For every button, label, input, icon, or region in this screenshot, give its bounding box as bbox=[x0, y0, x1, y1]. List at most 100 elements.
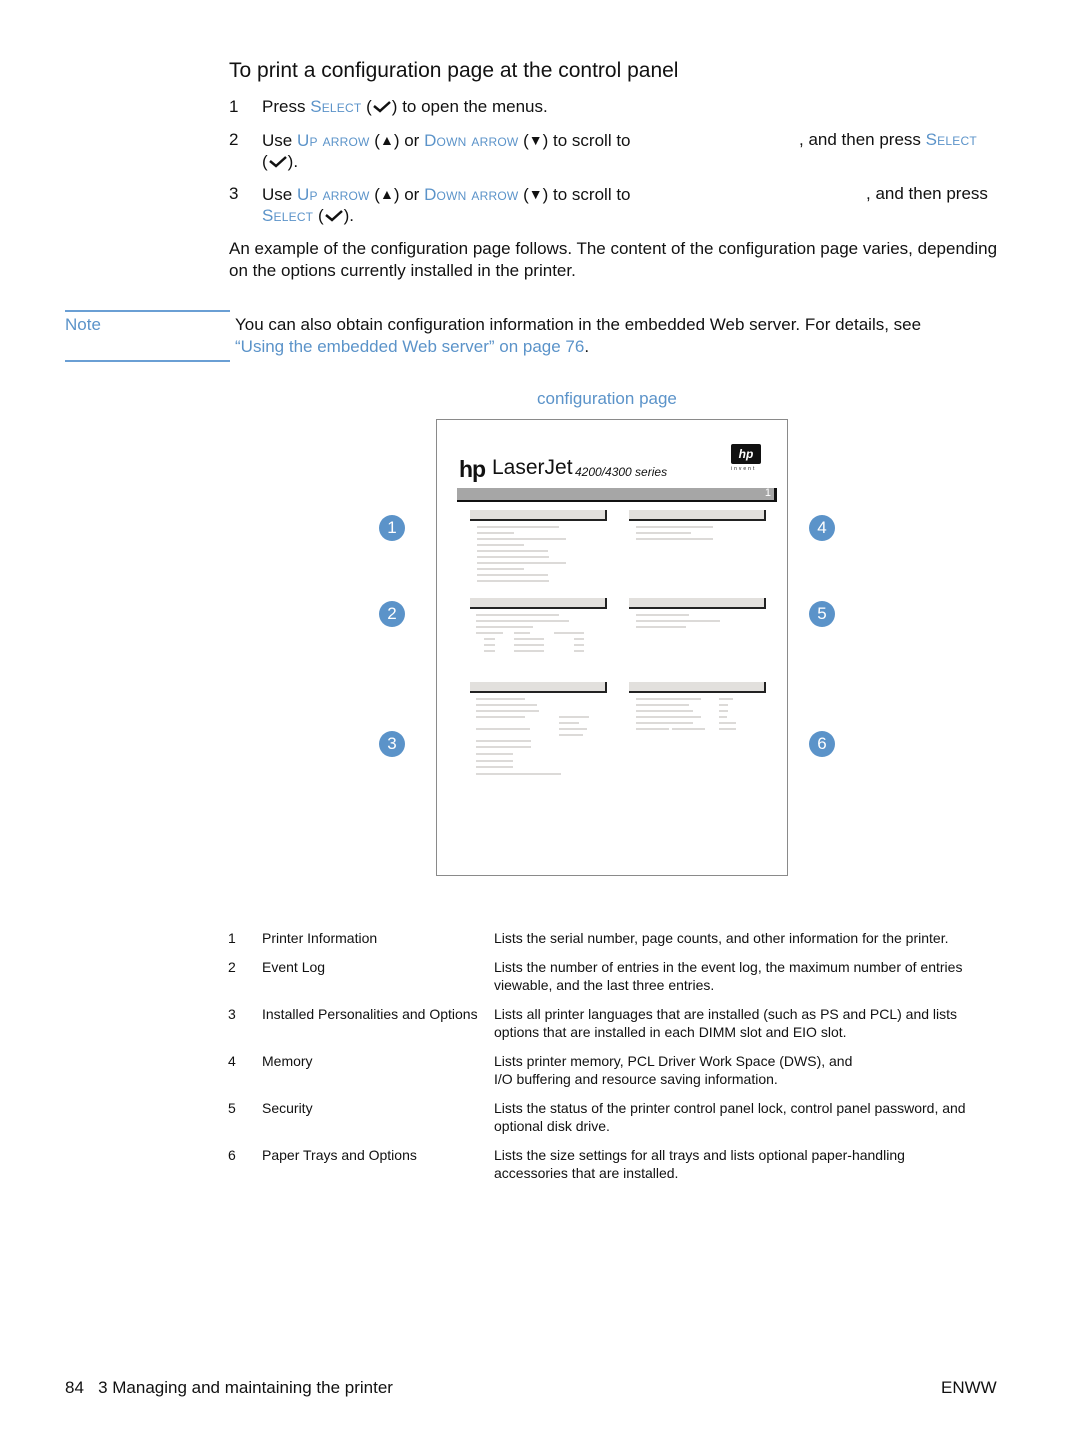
legend-description: Lists printer memory, PCL Driver Work Sp… bbox=[494, 1053, 853, 1087]
text-line bbox=[514, 650, 544, 652]
text-line bbox=[636, 626, 686, 628]
up-arrow-icon: ▲ bbox=[379, 186, 394, 202]
legend-description: Lists all printer languages that are ins… bbox=[494, 1006, 958, 1040]
step-text: or bbox=[399, 185, 425, 204]
text-line bbox=[477, 574, 548, 576]
series-label: 4200/4300 series bbox=[575, 465, 668, 479]
text-line bbox=[636, 716, 701, 718]
text-line bbox=[636, 532, 691, 534]
intro-paragraph: An example of the configuration page fol… bbox=[229, 239, 998, 280]
figure-caption: configuration page bbox=[537, 389, 677, 408]
note-text: You can also obtain configuration inform… bbox=[235, 314, 1005, 358]
hp-logo-icon: hp bbox=[731, 444, 761, 464]
embedded-web-server-link[interactable]: “Using the embedded Web server” on page … bbox=[235, 337, 584, 356]
paren: ( bbox=[361, 97, 372, 116]
section-header-memory bbox=[629, 510, 766, 521]
text-line bbox=[476, 620, 569, 622]
step-text: to open the menus. bbox=[397, 97, 548, 116]
text-line bbox=[477, 532, 514, 534]
hp-wordmark: hp bbox=[459, 456, 486, 482]
page-header-bar: 1 bbox=[457, 487, 777, 502]
text-line bbox=[477, 580, 549, 582]
checkmark-icon bbox=[324, 210, 343, 222]
text-line bbox=[476, 698, 525, 700]
select-key: Select bbox=[310, 97, 362, 116]
text-line bbox=[476, 614, 559, 616]
note-end: . bbox=[584, 337, 590, 356]
text-line bbox=[476, 753, 513, 755]
step-text: to scroll to bbox=[548, 185, 631, 204]
callout-6: 6 bbox=[809, 731, 835, 757]
text-line bbox=[636, 728, 669, 730]
text-line bbox=[574, 644, 584, 646]
page-footer-chapter: 84 3 Managing and maintaining the printe… bbox=[65, 1378, 393, 1397]
text-line bbox=[477, 526, 559, 528]
text-line bbox=[476, 728, 530, 730]
step-text: Use bbox=[262, 185, 297, 204]
text-line bbox=[636, 704, 689, 706]
step-text: Press bbox=[262, 97, 311, 116]
paren: ( bbox=[518, 185, 529, 204]
text-line bbox=[514, 638, 544, 640]
section-header-installed-personalities bbox=[470, 682, 607, 693]
step-text: Use bbox=[262, 131, 297, 150]
text-line bbox=[559, 722, 579, 724]
legend-name: Memory bbox=[262, 1053, 313, 1069]
step-number: 3 bbox=[229, 184, 239, 203]
legend-number: 3 bbox=[228, 1006, 236, 1022]
note-body: You can also obtain configuration inform… bbox=[235, 315, 922, 334]
section-heading: To print a configuration page at the con… bbox=[229, 59, 679, 82]
text-line bbox=[574, 638, 584, 640]
section-header-printer-information bbox=[470, 510, 607, 521]
text-line bbox=[476, 746, 531, 748]
legend-description: Lists the status of the printer control … bbox=[494, 1100, 966, 1134]
text-line bbox=[476, 716, 525, 718]
legend-description: Lists the size settings for all trays an… bbox=[494, 1147, 905, 1181]
paren: ( bbox=[369, 131, 380, 150]
text-line bbox=[477, 568, 524, 570]
text-line bbox=[719, 704, 728, 706]
paren: ( bbox=[369, 185, 380, 204]
text-line bbox=[477, 538, 566, 540]
text-line bbox=[719, 722, 736, 724]
step-number: 1 bbox=[229, 97, 239, 116]
text-line bbox=[719, 698, 733, 700]
up-arrow-key: Up arrow bbox=[296, 185, 370, 204]
page-number: 1 bbox=[764, 487, 771, 499]
text-line bbox=[476, 704, 537, 706]
legend-description: Lists the serial number, page counts, an… bbox=[494, 930, 949, 946]
configuration-page-image: hp LaserJet 4200/4300 series hp invent 1 bbox=[436, 419, 788, 876]
text-line bbox=[476, 710, 539, 712]
legend-number: 1 bbox=[228, 930, 236, 946]
legend-name: Printer Information bbox=[262, 930, 378, 946]
up-arrow-icon: ▲ bbox=[379, 132, 394, 148]
legend-name: Installed Personalities and Options bbox=[262, 1006, 478, 1022]
text-line bbox=[719, 728, 736, 730]
text-line bbox=[574, 650, 584, 652]
note-label: Note bbox=[65, 315, 101, 334]
paren: ( bbox=[313, 206, 324, 225]
up-arrow-key: Up arrow bbox=[296, 131, 370, 150]
text-line bbox=[477, 562, 566, 564]
text-line bbox=[719, 716, 727, 718]
step-text: , and then press bbox=[866, 184, 988, 203]
text-line bbox=[476, 773, 561, 775]
text-line bbox=[476, 760, 513, 762]
text-line bbox=[476, 740, 531, 742]
callout-3: 3 bbox=[379, 731, 405, 757]
page-footer-locale: ENWW bbox=[941, 1378, 997, 1397]
callout-2: 2 bbox=[379, 601, 405, 627]
text-line bbox=[559, 716, 589, 718]
select-key: Select bbox=[925, 130, 977, 149]
text-line bbox=[636, 538, 713, 540]
callout-5: 5 bbox=[809, 601, 835, 627]
down-arrow-key: Down arrow bbox=[424, 131, 519, 150]
paren: ). bbox=[287, 152, 299, 171]
legend-name: Event Log bbox=[262, 959, 326, 975]
text-line bbox=[476, 766, 513, 768]
text-line bbox=[636, 722, 693, 724]
down-arrow-key: Down arrow bbox=[424, 185, 519, 204]
note-bottom-rule bbox=[65, 360, 230, 362]
text-line bbox=[554, 632, 584, 634]
section-header-event-log bbox=[470, 598, 607, 609]
